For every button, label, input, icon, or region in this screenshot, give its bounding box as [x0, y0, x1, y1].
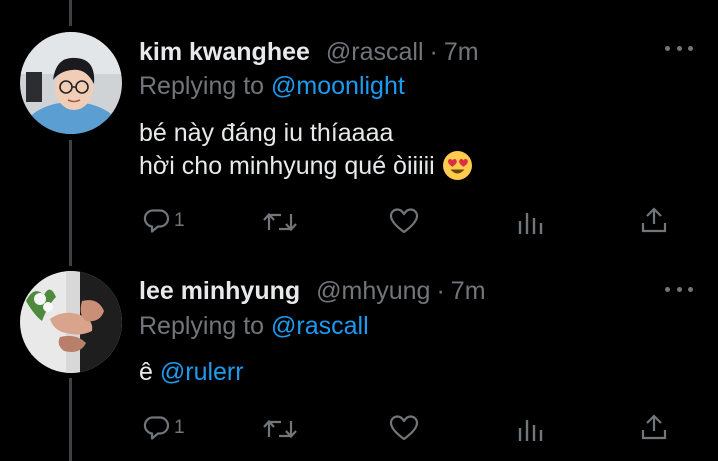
more-icon[interactable]: [665, 281, 693, 297]
reply-icon: [143, 416, 170, 440]
timestamp[interactable]: 7m: [444, 38, 479, 66]
timestamp[interactable]: 7m: [451, 277, 486, 305]
tweet-text-line-with-emoji: hời cho minhyung qué òiiiii: [139, 150, 473, 190]
more-icon[interactable]: [665, 40, 693, 56]
replying-to: Replying to @rascall: [139, 311, 369, 341]
analytics-button[interactable]: [517, 209, 543, 235]
share-icon: [641, 414, 667, 440]
tweet-header: kim kwanghee @rascall · 7m: [139, 37, 479, 67]
tweet-text-line: bé này đáng iu thíaaaa: [139, 119, 394, 147]
user-handle[interactable]: @rascall: [326, 38, 424, 66]
share-icon: [641, 207, 667, 233]
tweet-text: ê @rulerr: [139, 356, 244, 389]
retweet-icon: [263, 212, 297, 232]
retweet-button[interactable]: [262, 208, 298, 236]
reply-button[interactable]: 1: [143, 207, 185, 235]
thread-connector-1: [69, 140, 72, 266]
like-button[interactable]: [389, 414, 419, 442]
heart-eyes-emoji: [442, 150, 473, 190]
like-button[interactable]: [389, 207, 419, 235]
retweet-button[interactable]: [262, 415, 298, 443]
analytics-button[interactable]: [517, 416, 543, 442]
reply-count: 1: [174, 210, 185, 231]
reply-button[interactable]: 1: [143, 414, 185, 442]
analytics-icon: [518, 420, 543, 441]
retweet-icon: [263, 419, 297, 439]
share-button[interactable]: [641, 206, 667, 234]
thread-connector-top: [69, 0, 72, 26]
replying-to: Replying to @moonlight: [139, 71, 405, 101]
avatar-image: [20, 32, 122, 134]
separator-dot: ·: [436, 277, 445, 305]
separator-dot: ·: [429, 38, 438, 66]
replying-to-mention[interactable]: @moonlight: [271, 72, 405, 100]
replying-to-label: Replying to: [139, 312, 265, 340]
user-handle[interactable]: @mhyung: [316, 277, 430, 305]
analytics-icon: [518, 213, 543, 234]
replying-to-mention[interactable]: @rascall: [271, 312, 369, 340]
avatar-kim-kwanghee[interactable]: [20, 32, 122, 134]
tweet-text-mention[interactable]: @rulerr: [160, 358, 244, 386]
reply-icon: [143, 209, 170, 233]
tweet-text-prefix: ê: [139, 358, 153, 386]
avatar-lee-minhyung[interactable]: [20, 271, 122, 373]
tweet-text-line: hời cho minhyung qué òiiiii: [139, 152, 435, 180]
like-icon: [389, 208, 419, 234]
like-icon: [389, 415, 419, 441]
reply-count: 1: [174, 417, 185, 438]
share-button[interactable]: [641, 413, 667, 441]
thread-connector-2: [69, 378, 72, 461]
replying-to-label: Replying to: [139, 72, 265, 100]
avatar-image: [20, 271, 122, 373]
display-name[interactable]: kim kwanghee: [139, 38, 310, 66]
tweet-text: bé này đáng iu thíaaaa hời cho minhyung …: [139, 117, 473, 190]
display-name[interactable]: lee minhyung: [139, 277, 300, 305]
tweet-header: lee minhyung @mhyung · 7m: [139, 276, 486, 306]
